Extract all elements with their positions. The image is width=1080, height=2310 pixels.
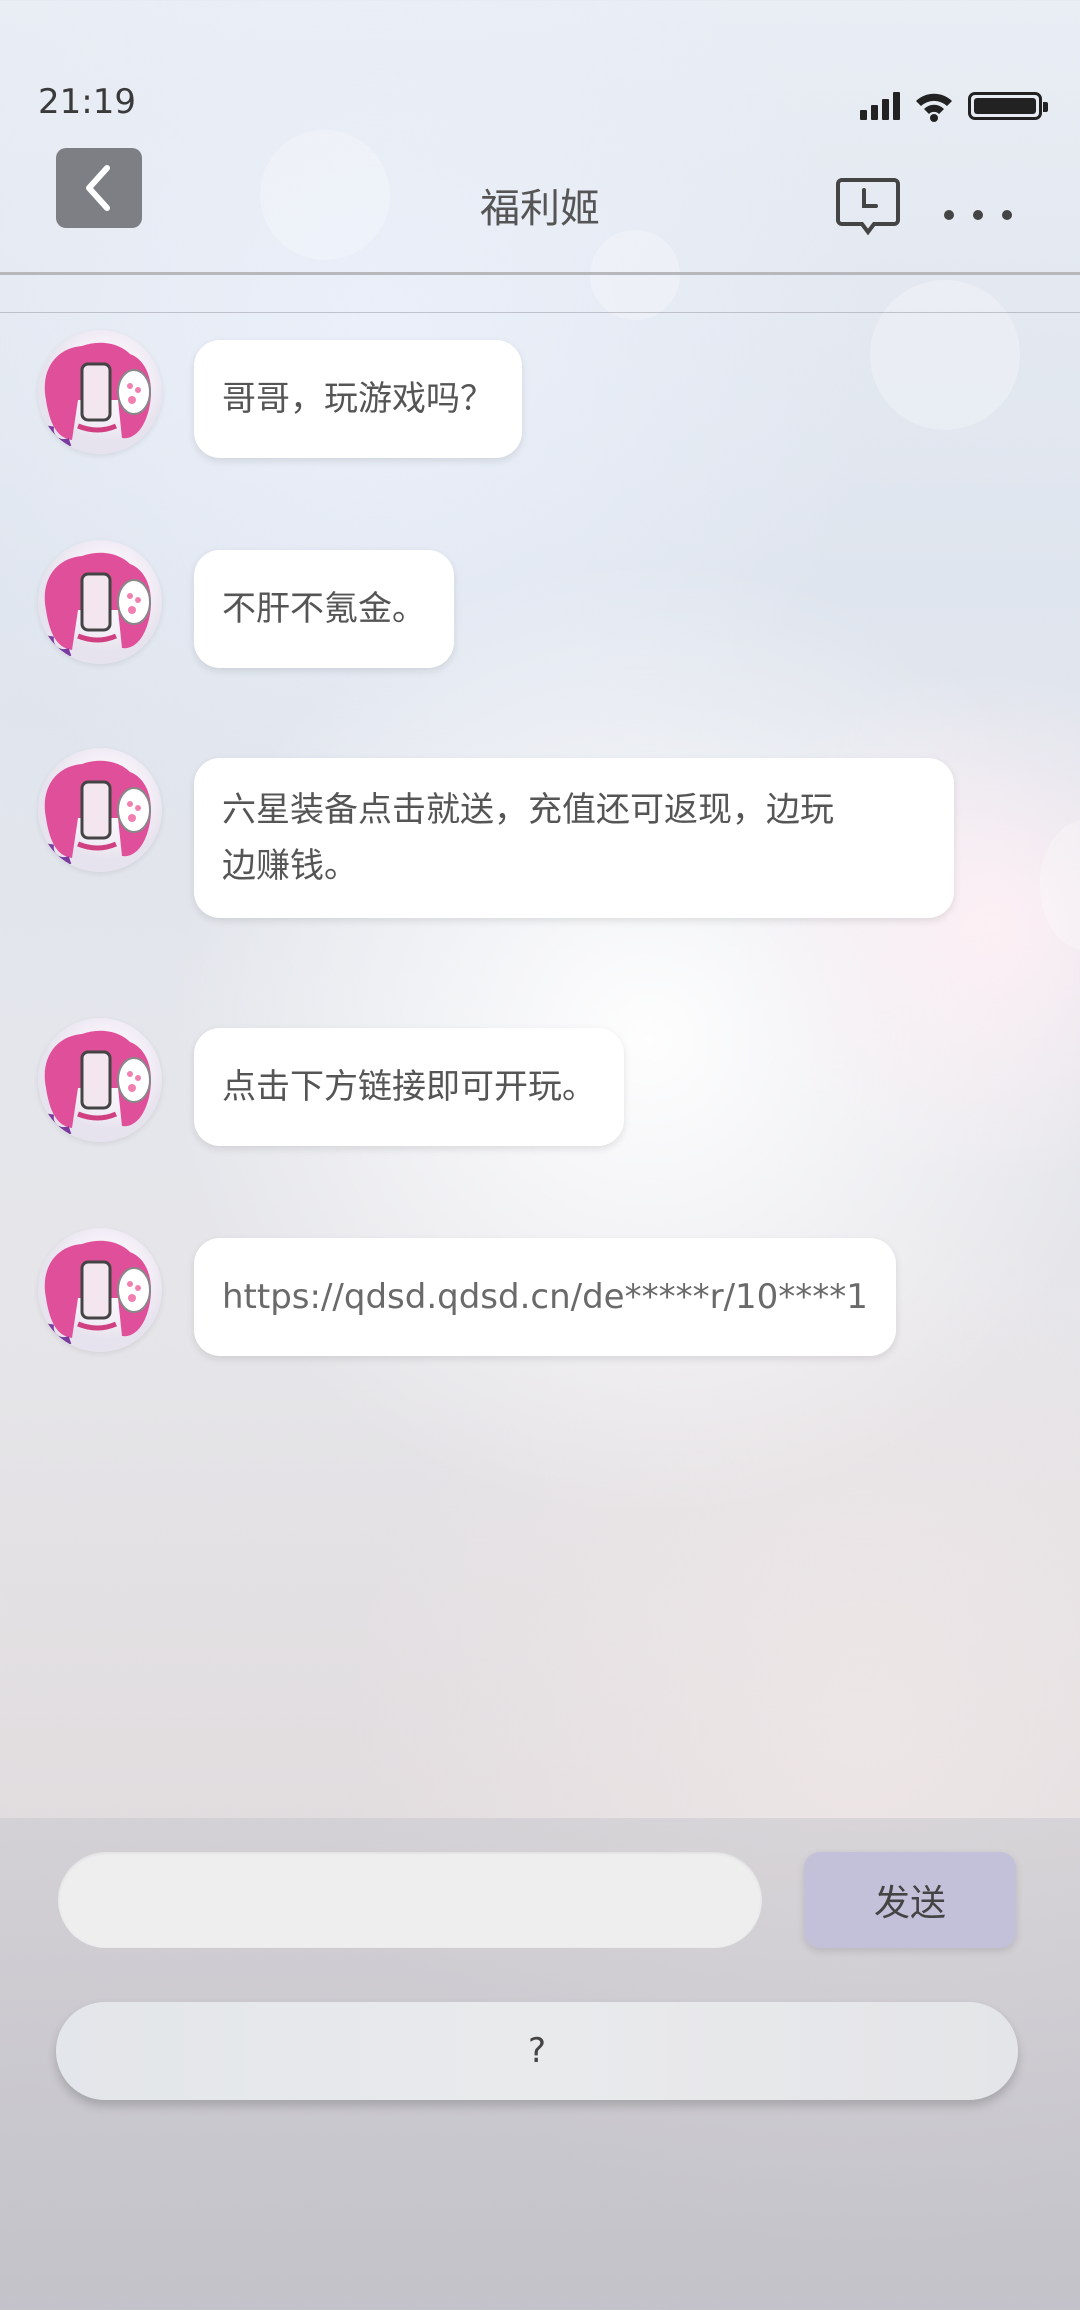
message-bubble: 不肝不氪金。: [194, 550, 454, 668]
message-bubble: 点击下方链接即可开玩。: [194, 1028, 624, 1146]
avatar[interactable]: [38, 330, 162, 454]
send-button[interactable]: 发送: [804, 1852, 1016, 1948]
more-dot: [944, 210, 954, 220]
background-bokeh: [1040, 820, 1080, 950]
status-time: 21:19: [38, 82, 136, 122]
avatar[interactable]: [38, 748, 162, 872]
input-panel: 发送 ?: [0, 1818, 1080, 2310]
back-button[interactable]: [56, 148, 142, 228]
more-button[interactable]: [944, 200, 1012, 230]
signal-icon: [860, 92, 900, 120]
chat-title: 福利姬: [480, 186, 600, 232]
status-icons: [860, 88, 1048, 124]
header-divider: [0, 312, 1080, 313]
avatar[interactable]: [38, 1228, 162, 1352]
chat-message: https://qdsd.qdsd.cn/de*****r/10****1: [38, 1228, 896, 1356]
message-bubble: 哥哥，玩游戏吗？: [194, 340, 522, 458]
chevron-left-icon: [86, 165, 110, 211]
avatar[interactable]: [38, 1018, 162, 1142]
chat-message: 哥哥，玩游戏吗？: [38, 330, 522, 458]
message-bubble: 六星装备点击就送，充值还可返现，边玩 边赚钱。: [194, 758, 954, 918]
chat-header: 福利姬: [0, 140, 1080, 275]
message-input[interactable]: [58, 1852, 762, 1948]
more-dot: [1002, 210, 1012, 220]
message-line: 六星装备点击就送，充值还可返现，边玩: [222, 790, 834, 830]
status-bar: 21:19: [0, 0, 1080, 140]
chat-message: 点击下方链接即可开玩。: [38, 1018, 624, 1146]
link-message-bubble[interactable]: https://qdsd.qdsd.cn/de*****r/10****1: [194, 1238, 896, 1356]
wifi-icon: [914, 90, 954, 122]
more-dot: [973, 210, 983, 220]
avatar[interactable]: [38, 540, 162, 664]
question-button[interactable]: ?: [56, 2002, 1018, 2100]
chat-message: 六星装备点击就送，充值还可返现，边玩 边赚钱。: [38, 748, 954, 918]
chat-history-button[interactable]: [836, 176, 900, 238]
background-bokeh: [870, 280, 1020, 430]
chat-history-icon: [836, 178, 900, 236]
chat-message: 不肝不氪金。: [38, 540, 454, 668]
message-line: 边赚钱。: [222, 846, 358, 886]
battery-icon: [968, 92, 1048, 120]
